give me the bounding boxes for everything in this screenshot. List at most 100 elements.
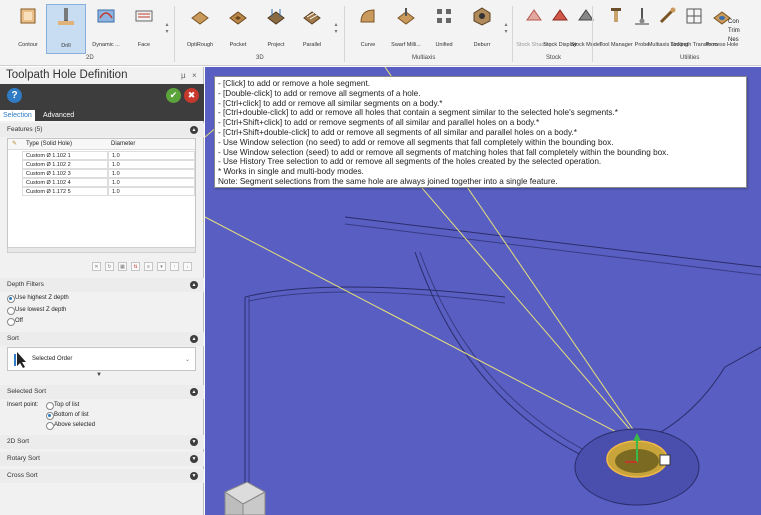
cancel-button[interactable]: ✖ [184, 88, 199, 103]
2d-sort-label: 2D Sort [7, 438, 30, 445]
chevron-down-icon[interactable]: ⌄ [185, 356, 190, 363]
insert-above-radio[interactable]: Above selected [46, 421, 95, 430]
group-separator [174, 6, 175, 62]
selected-sort-header[interactable]: Selected Sort ▲ [0, 385, 204, 399]
face-label: Face [137, 42, 151, 48]
row-type: Custom Ø 1.172 5 [22, 187, 108, 196]
row-diameter: 1.0 [108, 151, 195, 160]
tooltip-line: * Works in single and multi-body modes. [218, 167, 364, 177]
ribbon-toolbar: Contour Drill Dynamic ... Face ▴ ▾ 2D Opt… [0, 0, 761, 66]
more-3d-icon[interactable]: ▴ ▾ [333, 22, 339, 36]
sort-header[interactable]: Sort ▲ [0, 332, 204, 346]
deburr-button[interactable]: Deburr [462, 4, 502, 54]
expand-icon[interactable]: ▼ [190, 438, 198, 446]
table-row[interactable]: Custom Ø 1.172 5 1.0 [8, 187, 195, 196]
drill-icon [58, 8, 74, 25]
more-2d-icon[interactable]: ▴ ▾ [164, 22, 170, 36]
group-separator [344, 6, 345, 62]
tooltip-line: - [Ctrl+click] to add or remove all simi… [218, 98, 443, 108]
group-separator [512, 6, 513, 62]
sort-value: Selected Order [32, 356, 73, 362]
depth-lowest-radio[interactable]: Use lowest Z depth [7, 306, 66, 315]
project-icon [267, 9, 285, 25]
group-2d-label: 2D [86, 55, 94, 61]
cross-sort-label: Cross Sort [7, 472, 38, 479]
features-section-header[interactable]: Features (5) ▲ [0, 123, 204, 137]
insert-top-radio[interactable]: Top of list [46, 401, 79, 410]
table-row[interactable]: Custom Ø 1.102 1 1.0 [8, 151, 195, 160]
con-command[interactable]: Con [728, 18, 761, 27]
help-button[interactable]: ? [7, 88, 22, 103]
dynamic-icon [97, 9, 115, 23]
tooltip-line: - Use Window selection (seed) to add or … [218, 147, 669, 157]
depth-highest-radio[interactable]: Use highest Z depth [7, 294, 69, 303]
tooltip-line: - [Ctrl+double-click] to add or remove a… [218, 108, 618, 118]
group-stock-label: Stock [546, 55, 562, 61]
group-3d-label: 3D [256, 55, 264, 61]
collapse-icon[interactable]: ▲ [190, 335, 198, 343]
tooltip-line: - [Double-click] to add or remove all se… [218, 88, 421, 98]
group-utilities-label: Utilities [680, 55, 700, 61]
features-label: Features (5) [7, 126, 43, 133]
expand-icon[interactable]: ▼ [96, 372, 102, 378]
row-type: Custom Ø 1.102 4 [22, 178, 108, 187]
more-multiaxis-icon[interactable]: ▴ ▾ [503, 22, 509, 36]
selection-help-tooltip: - [Click] to add or remove a hole segmen… [214, 76, 747, 188]
depth-off-radio[interactable]: Off [7, 317, 23, 326]
move-down-icon[interactable]: ↓ [183, 262, 192, 271]
table-row[interactable]: Custom Ø 1.102 3 1.0 [8, 169, 195, 178]
move-up-icon[interactable]: ↑ [170, 262, 179, 271]
row-type: Custom Ø 1.102 1 [22, 151, 108, 160]
reorder-icon[interactable]: ≡ [144, 262, 153, 271]
column-diameter[interactable]: Diameter [111, 139, 135, 150]
expand-icon[interactable]: ▼ [190, 472, 198, 480]
close-icon[interactable]: × [192, 71, 197, 80]
table-row[interactable]: Custom Ø 1.102 2 1.0 [8, 160, 195, 169]
rotary-sort-label: Rotary Sort [7, 455, 40, 462]
depth-filters-header[interactable]: Depth Filters ▲ [0, 278, 204, 292]
2d-sort-header[interactable]: 2D Sort ▼ [0, 435, 204, 449]
rotary-sort-header[interactable]: Rotary Sort ▼ [0, 452, 204, 466]
sort-label: Sort [7, 335, 19, 342]
panel-title: Toolpath Hole Definition [6, 69, 128, 81]
expand-icon[interactable]: ▼ [190, 455, 198, 463]
row-diameter: 1.0 [108, 187, 195, 196]
ok-button[interactable]: ✔ [166, 88, 181, 103]
column-type[interactable]: Type (Solid Hole) [26, 139, 72, 150]
ribbon-extra-commands: Con Trim Nes [728, 18, 761, 45]
toolpath-hole-definition-panel: Toolpath Hole Definition µ × ? ✔ ✖ Selec… [0, 67, 204, 515]
nes-command[interactable]: Nes [728, 36, 761, 45]
pin-icon[interactable]: µ [181, 71, 186, 80]
table-row[interactable]: Custom Ø 1.102 4 1.0 [8, 178, 195, 187]
parallel-button[interactable]: Parallel [292, 4, 332, 54]
row-diameter: 1.0 [108, 160, 195, 169]
pocket-icon [229, 11, 247, 25]
tooltip-line: - Use Window selection (no seed) to add … [218, 137, 614, 147]
curve-icon [360, 9, 375, 23]
face-button[interactable]: Face [124, 4, 164, 54]
cross-sort-header[interactable]: Cross Sort ▼ [0, 469, 204, 483]
unified-icon [437, 9, 451, 23]
swarf-icon [397, 8, 415, 25]
filter-icon[interactable]: ▾ [157, 262, 166, 271]
row-type: Custom Ø 1.102 2 [22, 160, 108, 169]
table-horizontal-scrollbar[interactable] [7, 247, 196, 253]
collapse-icon[interactable]: ▲ [190, 281, 198, 289]
collapse-icon[interactable]: ▲ [190, 126, 198, 134]
sort-dropdown[interactable]: Selected Order ⌄ [7, 347, 196, 371]
remove-icon[interactable]: ✕ [92, 262, 101, 271]
row-type: Custom Ø 1.102 3 [22, 169, 108, 178]
sort-icon[interactable]: ⇅ [131, 262, 140, 271]
stock-model-icon [578, 9, 594, 21]
wand-icon[interactable]: ✎ [12, 139, 17, 150]
trim-command[interactable]: Trim [728, 27, 761, 36]
tooltip-line: Note: Segment selections from the same h… [218, 176, 558, 186]
select-all-icon[interactable]: ▦ [118, 262, 127, 271]
insert-bottom-radio[interactable]: Bottom of list [46, 411, 89, 420]
collapse-icon[interactable]: ▲ [190, 388, 198, 396]
refresh-icon[interactable]: ↻ [105, 262, 114, 271]
tab-selection[interactable]: Selection [0, 110, 35, 121]
tab-advanced[interactable]: Advanced [40, 110, 77, 121]
group-separator [592, 6, 593, 62]
contour-icon [20, 8, 36, 24]
